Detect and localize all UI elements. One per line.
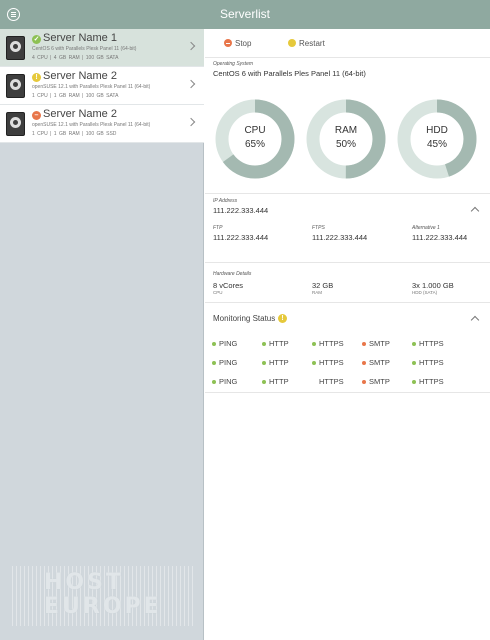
ip-label: IP Address <box>213 198 238 204</box>
ram-gauge-label: RAM <box>334 125 358 136</box>
monitor-label: SMTP <box>369 377 390 386</box>
divider <box>205 392 490 393</box>
divider <box>205 193 490 194</box>
monitor-label: HTTPS <box>419 358 444 367</box>
status-dot-icon <box>312 341 316 346</box>
divider <box>205 262 490 263</box>
monitor-label: HTTP <box>269 377 289 386</box>
server-name: Server Name 1 <box>43 32 117 44</box>
monitor-label: HTTPS <box>419 339 444 348</box>
monitor-label: HTTPS <box>319 358 344 367</box>
status-dot-icon <box>212 341 216 346</box>
monitor-label: HTTPS <box>319 339 344 348</box>
cpu-gauge-value: 65% <box>244 139 265 150</box>
stop-label: Stop <box>235 39 252 48</box>
status-dot-icon <box>412 360 416 365</box>
info-icon[interactable]: ! <box>278 314 287 323</box>
brand-logo: HOST EUROPE <box>44 571 162 619</box>
monitor-label: HTTPS <box>419 377 444 386</box>
server-detail-panel: Stop Restart Operating System CentOS 6 w… <box>205 29 490 640</box>
server-name: Server Name 2 <box>43 70 117 82</box>
monitoring-title: Monitoring Status <box>213 314 276 323</box>
server-name: Server Name 2 <box>43 108 117 120</box>
status-warning-icon: ! <box>32 73 41 82</box>
os-value: CentOS 6 with Parallels Ples Panel 11 (6… <box>213 69 366 78</box>
status-stopped-icon: – <box>32 111 41 120</box>
status-dot-icon <box>362 379 366 384</box>
brand-line-2: EUROPE <box>44 594 162 619</box>
monitor-label: SMTP <box>369 358 390 367</box>
ip-value: 111.222.333.444 <box>213 206 269 215</box>
page-title: Serverlist <box>219 7 270 21</box>
monitor-label: HTTP <box>269 339 289 348</box>
restart-icon <box>288 39 296 47</box>
status-dot-icon <box>312 380 316 384</box>
server-icon <box>6 36 25 60</box>
collapse-ip-icon[interactable] <box>470 206 480 216</box>
cpu-value: 8 vCores <box>213 281 244 290</box>
server-os: CentOS 6 with Parallels Plesk Panel 11 (… <box>32 46 137 52</box>
cpu-gauge-label: CPU <box>244 125 266 136</box>
status-dot-icon <box>412 341 416 346</box>
server-icon <box>6 74 25 98</box>
ftps-value: 111.222.333.444 <box>312 233 368 242</box>
status-dot-icon <box>362 341 366 346</box>
hdd-gauge-label: HDD <box>426 125 448 136</box>
server-list-item[interactable]: – Server Name 2 openSUSE 12.1 with Paral… <box>0 105 204 143</box>
status-dot-icon <box>262 360 266 365</box>
hdd-gauge: HDD 45% <box>395 97 479 181</box>
server-list-item[interactable]: ! Server Name 2 openSUSE 12.1 with Paral… <box>0 67 204 105</box>
cpu-gauge: CPU 65% <box>213 97 297 181</box>
server-os: openSUSE 12.1 with Parallels Plesk Panel… <box>32 84 151 90</box>
collapse-monitoring-icon[interactable] <box>470 315 480 325</box>
ram-gauge: RAM 50% <box>304 97 388 181</box>
divider <box>205 302 490 303</box>
server-list-item[interactable]: ✓ Server Name 1 CentOS 6 with Parallels … <box>0 29 204 67</box>
server-specs: 1 CPU | 1 GB RAM | 100 GB SSD <box>32 131 117 137</box>
brand-line-1: HOST <box>44 570 124 595</box>
monitor-label: SMTP <box>369 339 390 348</box>
monitor-label: HTTPS <box>319 377 344 386</box>
hardware-label: Hardware Details <box>213 271 252 277</box>
status-dot-icon <box>212 379 216 384</box>
server-specs: 1 CPU | 1 GB RAM | 100 GB SATA <box>32 93 119 99</box>
status-dot-icon <box>312 360 316 365</box>
ftp-value: 111.222.333.444 <box>213 233 269 242</box>
status-dot-icon <box>362 360 366 365</box>
status-dot-icon <box>262 379 266 384</box>
status-dot-icon <box>412 379 416 384</box>
hdd-value: 3x 1.000 GB <box>412 281 454 290</box>
top-bar: Serverlist <box>0 0 490 29</box>
divider <box>205 57 490 58</box>
ram-label: RAM <box>312 290 322 295</box>
ftps-label: FTPS <box>312 225 325 231</box>
stop-icon <box>224 39 232 47</box>
server-specs: 4 CPU | 4 GB RAM | 100 GB SATA <box>32 55 119 61</box>
server-os: openSUSE 12.1 with Parallels Plesk Panel… <box>32 122 151 128</box>
server-list-sidebar: ✓ Server Name 1 CentOS 6 with Parallels … <box>0 29 204 640</box>
monitor-label: HTTP <box>269 358 289 367</box>
ftp-label: FTP <box>213 225 223 231</box>
os-label: Operating System <box>213 61 254 67</box>
monitor-label: PING <box>219 377 238 386</box>
restart-label: Restart <box>299 39 325 48</box>
cpu-label: CPU <box>213 290 223 295</box>
server-icon <box>6 112 25 136</box>
chevron-right-icon <box>186 79 196 89</box>
chevron-right-icon <box>186 117 196 127</box>
ram-gauge-value: 50% <box>335 139 356 150</box>
hdd-gauge-value: 45% <box>426 139 447 150</box>
alt-ip-label: Alternative 1 <box>412 225 440 231</box>
ram-value: 32 GB <box>312 281 334 290</box>
status-dot-icon <box>262 341 266 346</box>
hdd-label: HDD (SATA) <box>412 290 438 295</box>
status-running-icon: ✓ <box>32 35 41 44</box>
monitor-label: PING <box>219 358 238 367</box>
monitor-label: PING <box>219 339 238 348</box>
alt-ip-value: 111.222.333.444 <box>412 233 468 242</box>
status-dot-icon <box>212 360 216 365</box>
chevron-right-icon <box>186 41 196 51</box>
